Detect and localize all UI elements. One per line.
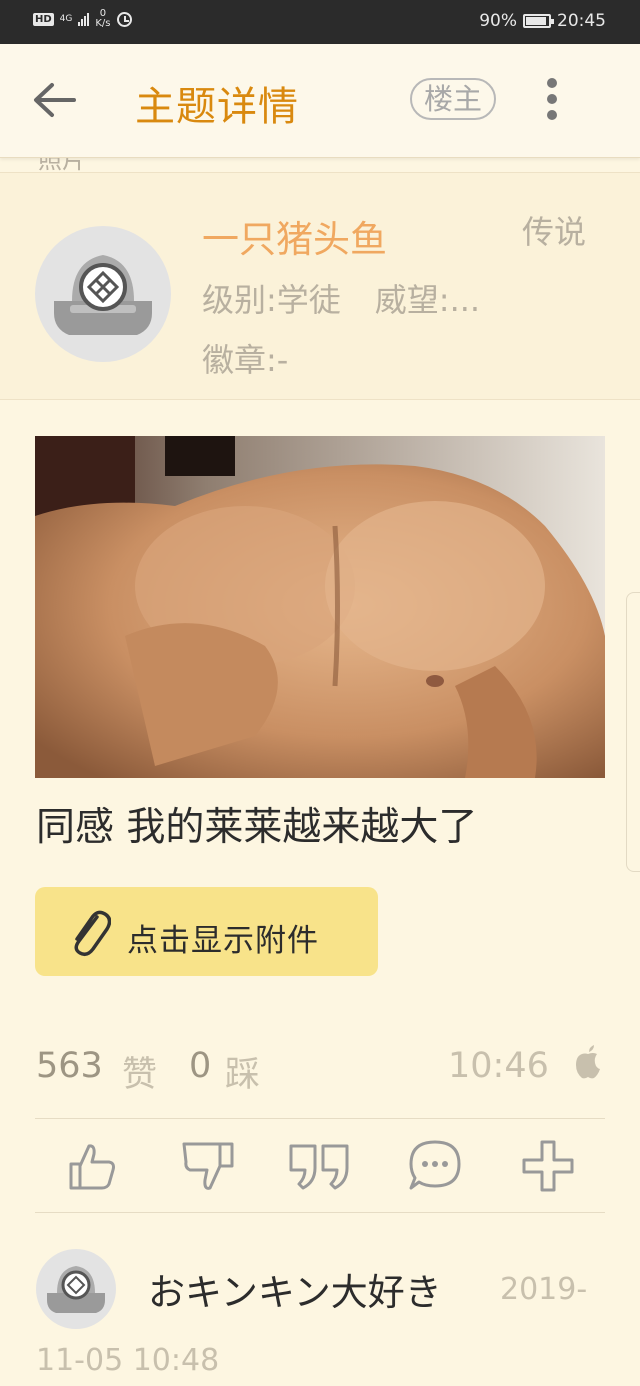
reply-avatar[interactable] [35,1248,117,1330]
photo-image [35,436,605,778]
likes-count: 563 [36,1046,103,1086]
apple-icon [576,1045,600,1079]
author-username[interactable]: 一只猪头鱼 [202,209,387,263]
battery-percent: 90% [479,11,517,31]
post-action-bar [35,1120,605,1212]
battery-icon [523,14,554,28]
avatar[interactable] [34,225,172,363]
author-card: 一只猪头鱼 传说 级别:学徒 威望:... 徽章:- [0,172,640,400]
post-time: 10:46 [448,1046,549,1086]
scrolled-header-strip: 照片 [0,158,640,172]
hd-icon: HD [33,12,54,26]
app-bar: 主题详情 楼主 [0,44,640,158]
dislikes-count: 0 [189,1046,212,1086]
alarm-icon [116,11,132,27]
back-button[interactable] [30,80,78,120]
more-vertical-icon[interactable] [542,78,562,124]
likes-label: 赞 [122,1055,158,1095]
divider [35,1212,605,1213]
prestige-text: 威望:... [374,281,481,319]
side-scroll-handle[interactable] [626,592,640,872]
show-attachment-label: 点击显示附件 [127,923,319,959]
reply-date-part1: 2019- [500,1272,588,1307]
back-arrow-icon [34,83,76,117]
signal-bars-icon [78,12,90,26]
scrolled-header-text: 照片 [38,158,86,172]
status-time: 20:45 [557,11,606,31]
signal-4g-icon: 4G [59,13,73,24]
page-title: 主题详情 [135,84,299,130]
thumbs-down-icon[interactable] [180,1138,236,1194]
net-speed-unit: K/s [95,18,111,29]
paperclip-icon [74,910,111,957]
divider [35,1118,605,1119]
reply-username[interactable]: おキンキン大好き [148,1262,442,1316]
reply-date-part2: 11-05 10:48 [36,1343,220,1378]
post-image[interactable] [35,436,605,778]
quote-icon[interactable] [287,1138,353,1194]
author-badge: 徽章:- [202,341,289,379]
status-bar: HD 4G 0 K/s 90% 20:45 [0,0,640,44]
author-rank-tag: 传说 [522,213,587,251]
author-only-button[interactable]: 楼主 [410,78,496,120]
comment-icon[interactable] [407,1138,463,1194]
post-stats: 563 赞 0 踩 10:46 [36,1045,606,1095]
plus-icon[interactable] [520,1138,576,1194]
dislikes-label: 踩 [225,1055,261,1095]
network-speed-icon: 0 K/s [95,9,110,29]
show-attachment-button[interactable]: 点击显示附件 [35,887,378,976]
post-content: 同感 我的莱莱越来越大了 [36,805,478,850]
thumbs-up-icon[interactable] [65,1138,121,1194]
author-level: 级别:学徒 威望:... [202,275,480,321]
level-text: 级别:学徒 [202,281,341,319]
